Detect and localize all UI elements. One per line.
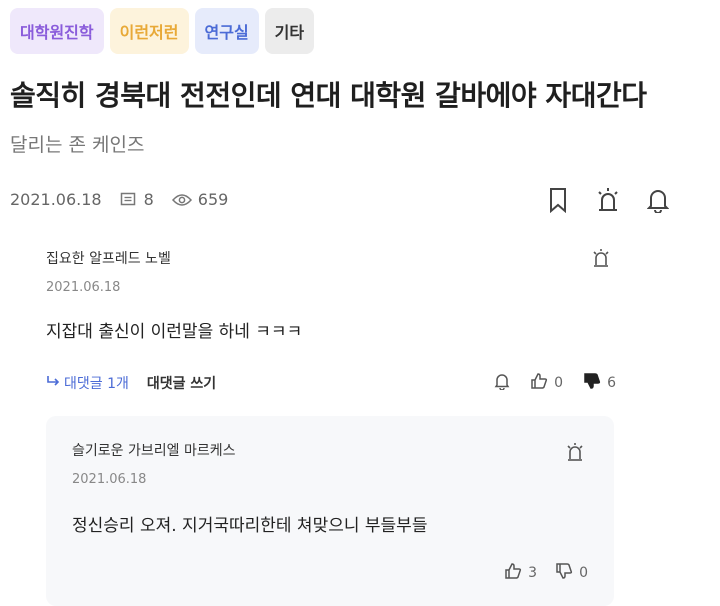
tag-lab[interactable]: 연구실 xyxy=(194,8,259,54)
post-meta: 2021.06.18 8 659 xyxy=(10,190,228,209)
comment-reactions: 0 6 xyxy=(494,372,616,394)
eye-icon xyxy=(171,193,192,207)
bell-icon[interactable] xyxy=(644,186,672,214)
post-title: 솔직히 경북대 전전인데 연대 대학원 갈바에야 자대간다 xyxy=(10,79,647,112)
thumbs-up-icon xyxy=(530,372,548,394)
comment-dislike-button[interactable]: 6 xyxy=(583,372,616,394)
comment-date: 2021.06.18 xyxy=(46,280,121,295)
comment: 집요한 알프레드 노벨 2021.06.18 지잡대 출신이 이런말을 하네 ㅋ… xyxy=(46,248,616,394)
reply-count-label: 대댓글 1개 xyxy=(64,376,129,392)
category-tags: 대학원진학 이런저런 연구실 기타 xyxy=(10,8,315,54)
reply-author[interactable]: 슬기로운 가브리엘 마르케스 xyxy=(72,440,588,460)
post-author[interactable]: 달리는 존 케인즈 xyxy=(10,130,144,157)
comment-like-button[interactable]: 0 xyxy=(530,372,563,394)
post-actions xyxy=(544,186,672,214)
view-count: 659 xyxy=(197,190,229,209)
comment-bell-icon[interactable] xyxy=(494,372,510,394)
comment-count: 8 xyxy=(143,190,154,209)
comment-body: 지잡대 출신이 이런말을 하네 ㅋㅋㅋ xyxy=(46,322,303,342)
comment-actions: 대댓글 1개 대댓글 쓰기 0 6 xyxy=(46,372,616,394)
write-reply-button[interactable]: 대댓글 쓰기 xyxy=(147,373,216,393)
reply-arrow-icon xyxy=(46,375,60,391)
reply-like-count: 3 xyxy=(528,565,538,581)
bookmark-icon[interactable] xyxy=(544,186,572,214)
comment-author[interactable]: 집요한 알프레드 노벨 xyxy=(46,248,616,268)
reply-dislike-count: 0 xyxy=(579,565,588,581)
comment-report-siren-icon[interactable] xyxy=(592,248,610,272)
reply: 슬기로운 가브리엘 마르케스 2021.06.18 정신승리 오져. 지거국따리… xyxy=(46,416,614,606)
comment-like-count: 0 xyxy=(554,375,564,391)
thumbs-down-icon xyxy=(583,372,601,394)
post-date: 2021.06.18 xyxy=(10,190,102,209)
thumbs-down-icon xyxy=(555,562,573,584)
thumbs-up-icon xyxy=(504,562,522,584)
tag-grad-school[interactable]: 대학원진학 xyxy=(10,8,104,54)
reply-reactions: 3 0 xyxy=(504,562,588,584)
tag-other[interactable]: 기타 xyxy=(264,8,315,54)
reply-date: 2021.06.18 xyxy=(72,472,147,487)
reply-like-button[interactable]: 3 xyxy=(504,562,537,584)
comment-dislike-count: 6 xyxy=(607,375,616,391)
tag-misc-talk[interactable]: 이런저런 xyxy=(109,8,189,54)
reply-dislike-button[interactable]: 0 xyxy=(555,562,588,584)
reply-report-siren-icon[interactable] xyxy=(566,442,584,466)
reply-count-link[interactable]: 대댓글 1개 xyxy=(46,373,129,393)
comment-icon xyxy=(120,192,138,208)
report-siren-icon[interactable] xyxy=(594,186,622,214)
reply-body: 정신승리 오져. 지거국따리한테 쳐맞으니 부들부들 xyxy=(72,516,428,536)
